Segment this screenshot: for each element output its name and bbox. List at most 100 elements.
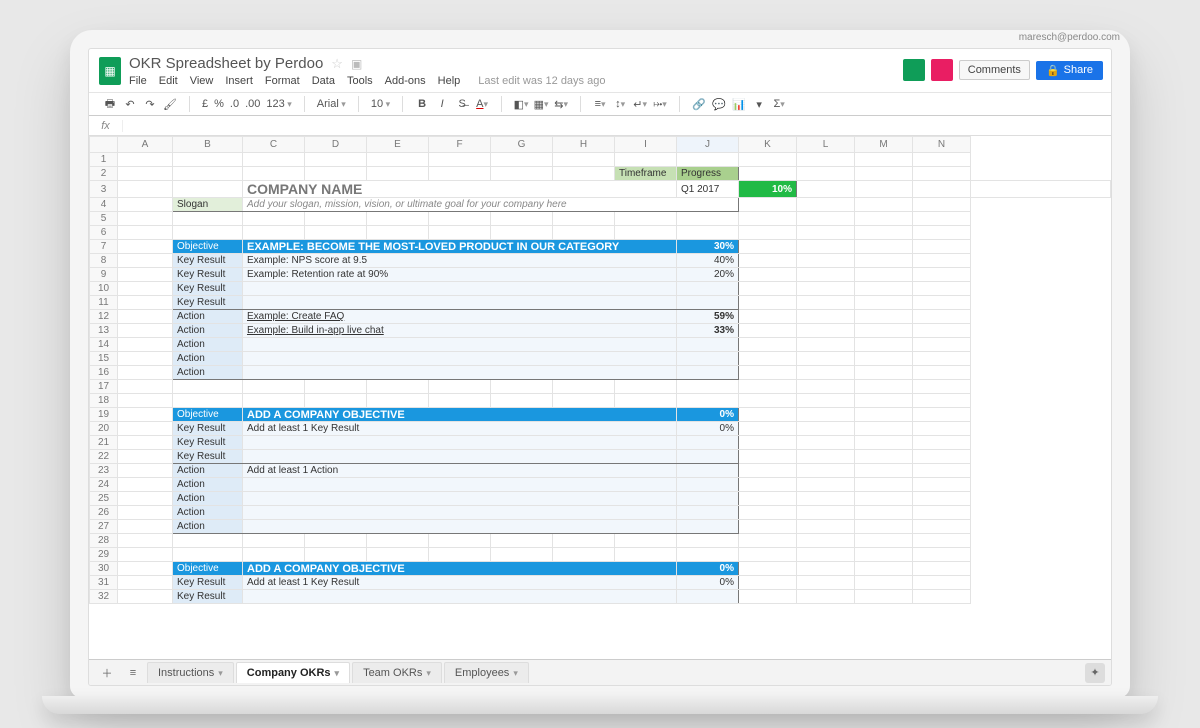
row-4[interactable]: 4 — [90, 198, 118, 212]
link-icon[interactable]: 🔗 — [692, 97, 706, 111]
menu-insert[interactable]: Insert — [225, 75, 253, 87]
obj1-kr2-label[interactable]: Key Result — [173, 268, 243, 282]
bold-icon[interactable]: B — [415, 97, 429, 111]
obj1-a3-pct[interactable] — [677, 338, 739, 352]
obj1-a1-text[interactable]: Example: Create FAQ — [243, 310, 677, 324]
italic-icon[interactable]: I — [435, 97, 449, 111]
obj3-kr2-label[interactable]: Key Result — [173, 590, 243, 604]
folder-icon[interactable]: ▣ — [351, 57, 362, 71]
row-6[interactable]: 6 — [90, 226, 118, 240]
borders-icon[interactable]: ▦ — [534, 97, 548, 111]
row-32[interactable]: 32 — [90, 590, 118, 604]
row-22[interactable]: 22 — [90, 450, 118, 464]
row-12[interactable]: 12 — [90, 310, 118, 324]
row-17[interactable]: 17 — [90, 380, 118, 394]
obj2-a5-label[interactable]: Action — [173, 520, 243, 534]
col-J[interactable]: J — [677, 137, 739, 153]
undo-icon[interactable]: ↶ — [123, 97, 137, 111]
font-family-select[interactable]: Arial — [317, 98, 346, 110]
tab-instructions[interactable]: Instructions▾ — [147, 662, 234, 683]
obj3-label[interactable]: Objective — [173, 562, 243, 576]
col-D[interactable]: D — [305, 137, 367, 153]
obj3-kr1-text[interactable]: Add at least 1 Key Result — [243, 576, 677, 590]
row-28[interactable]: 28 — [90, 534, 118, 548]
obj2-kr1-pct[interactable]: 0% — [677, 422, 739, 436]
obj1-a1-pct[interactable]: 59% — [677, 310, 739, 324]
row-8[interactable]: 8 — [90, 254, 118, 268]
comment-icon[interactable]: 💬 — [712, 97, 726, 111]
obj3-title[interactable]: ADD A COMPANY OBJECTIVE — [243, 562, 677, 576]
obj1-kr3-text[interactable] — [243, 282, 677, 296]
obj1-a2-pct[interactable]: 33% — [677, 324, 739, 338]
obj1-a2-text[interactable]: Example: Build in-app live chat — [243, 324, 677, 338]
obj2-kr1-text[interactable]: Add at least 1 Key Result — [243, 422, 677, 436]
obj1-kr2-pct[interactable]: 20% — [677, 268, 739, 282]
explore-button[interactable]: ✦ — [1085, 663, 1105, 683]
obj1-kr3-pct[interactable] — [677, 282, 739, 296]
header-timeframe[interactable]: Timeframe — [615, 167, 677, 181]
row-14[interactable]: 14 — [90, 338, 118, 352]
text-color-icon[interactable]: A — [475, 97, 489, 111]
obj1-a3-label[interactable]: Action — [173, 338, 243, 352]
col-K[interactable]: K — [739, 137, 797, 153]
row-26[interactable]: 26 — [90, 506, 118, 520]
obj2-a1-pct[interactable] — [677, 464, 739, 478]
obj1-pct[interactable]: 30% — [677, 240, 739, 254]
obj2-kr2-pct[interactable] — [677, 436, 739, 450]
obj1-a4-label[interactable]: Action — [173, 352, 243, 366]
obj1-a3-text[interactable] — [243, 338, 677, 352]
all-sheets-button[interactable]: ≡ — [121, 667, 145, 679]
fill-color-icon[interactable]: ◧ — [514, 97, 528, 111]
obj1-kr4-label[interactable]: Key Result — [173, 296, 243, 310]
row-20[interactable]: 20 — [90, 422, 118, 436]
row-16[interactable]: 16 — [90, 366, 118, 380]
row-25[interactable]: 25 — [90, 492, 118, 506]
row-31[interactable]: 31 — [90, 576, 118, 590]
obj2-pct[interactable]: 0% — [677, 408, 739, 422]
strike-icon[interactable]: S̶ — [455, 97, 469, 111]
row-24[interactable]: 24 — [90, 478, 118, 492]
col-H[interactable]: H — [553, 137, 615, 153]
collaborator-avatar-2[interactable] — [931, 59, 953, 81]
obj3-kr1-label[interactable]: Key Result — [173, 576, 243, 590]
formula-bar[interactable]: fx — [89, 116, 1111, 136]
slogan-label[interactable]: Slogan — [173, 198, 243, 212]
wrap-icon[interactable]: ↵ — [633, 97, 647, 111]
timeframe-value[interactable]: Q1 2017 — [677, 181, 739, 198]
chart-icon[interactable]: 📊 — [732, 97, 746, 111]
v-align-icon[interactable]: ↕ — [613, 97, 627, 111]
row-23[interactable]: 23 — [90, 464, 118, 478]
obj2-a1-label[interactable]: Action — [173, 464, 243, 478]
obj2-kr3-pct[interactable] — [677, 450, 739, 464]
obj1-kr4-pct[interactable] — [677, 296, 739, 310]
tab-company-okrs[interactable]: Company OKRs▾ — [236, 662, 350, 683]
obj1-kr1-text[interactable]: Example: NPS score at 9.5 — [243, 254, 677, 268]
obj1-kr1-pct[interactable]: 40% — [677, 254, 739, 268]
share-button[interactable]: 🔒 Share — [1036, 61, 1103, 80]
obj1-a4-pct[interactable] — [677, 352, 739, 366]
obj2-a3-text[interactable] — [243, 492, 677, 506]
obj2-kr1-label[interactable]: Key Result — [173, 422, 243, 436]
obj2-a5-text[interactable] — [243, 520, 677, 534]
row-29[interactable]: 29 — [90, 548, 118, 562]
print-icon[interactable]: 🖶 — [103, 97, 117, 111]
obj1-a5-label[interactable]: Action — [173, 366, 243, 380]
row-15[interactable]: 15 — [90, 352, 118, 366]
obj1-a5-text[interactable] — [243, 366, 677, 380]
row-21[interactable]: 21 — [90, 436, 118, 450]
doc-title[interactable]: OKR Spreadsheet by Perdoo — [129, 55, 323, 72]
row-19[interactable]: 19 — [90, 408, 118, 422]
collaborator-avatar-1[interactable] — [903, 59, 925, 81]
tab-employees[interactable]: Employees▾ — [444, 662, 529, 683]
obj3-pct[interactable]: 0% — [677, 562, 739, 576]
obj2-a3-label[interactable]: Action — [173, 492, 243, 506]
col-E[interactable]: E — [367, 137, 429, 153]
h-align-icon[interactable]: ≡ — [593, 97, 607, 111]
obj2-a2-label[interactable]: Action — [173, 478, 243, 492]
obj1-kr3-label[interactable]: Key Result — [173, 282, 243, 296]
obj2-label[interactable]: Objective — [173, 408, 243, 422]
obj2-a4-text[interactable] — [243, 506, 677, 520]
obj2-a5-pct[interactable] — [677, 520, 739, 534]
functions-icon[interactable]: Σ — [772, 97, 786, 111]
obj2-a4-pct[interactable] — [677, 506, 739, 520]
